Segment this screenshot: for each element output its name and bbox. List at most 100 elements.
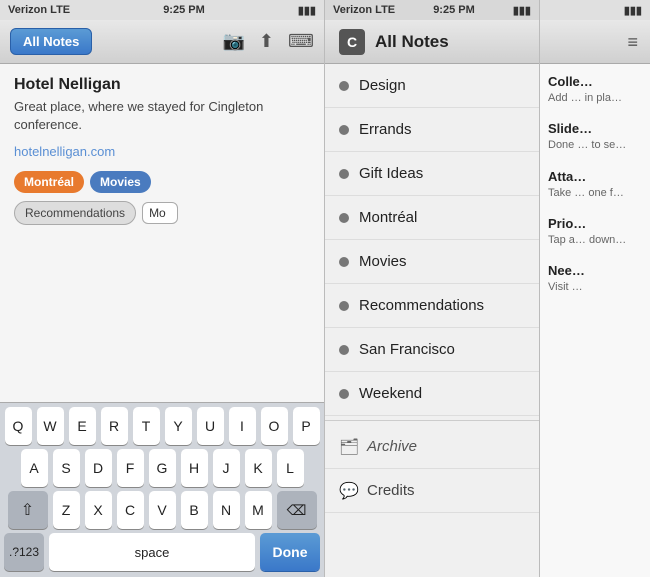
credits-icon: 💬 <box>339 481 357 501</box>
key-g[interactable]: G <box>149 449 176 487</box>
key-d[interactable]: D <box>85 449 112 487</box>
key-t[interactable]: T <box>133 407 160 445</box>
label-gift-ideas: Gift Ideas <box>359 165 423 182</box>
keyboard-row-4: .?123 space Done <box>0 529 324 577</box>
left-time: 9:25 PM <box>163 4 205 16</box>
right-item-body-4: Visit … <box>548 280 642 294</box>
key-e[interactable]: E <box>69 407 96 445</box>
keyboard-row-3: ⇧ Z X C V B N M ⌫ <box>0 487 324 529</box>
right-item-body-2: Take … one f… <box>548 186 642 200</box>
right-item-body-3: Tap a… down… <box>548 233 642 247</box>
right-item-title-2: Atta… <box>548 169 642 184</box>
right-status-bar: ▮▮▮ <box>540 0 650 20</box>
label-archive: Archive <box>367 438 417 455</box>
bullet-san-francisco <box>339 345 349 355</box>
tag-montreal[interactable]: Montréal <box>14 171 84 193</box>
shift-key[interactable]: ⇧ <box>8 491 48 529</box>
bullet-recommendations <box>339 301 349 311</box>
space-key[interactable]: space <box>49 533 255 571</box>
note-title: Hotel Nelligan <box>14 76 310 94</box>
left-battery: ▮▮▮ <box>298 4 316 17</box>
right-item-body-1: Done … to se… <box>548 138 642 152</box>
key-o[interactable]: O <box>261 407 288 445</box>
list-item-credits[interactable]: 💬 Credits <box>325 469 539 513</box>
key-y[interactable]: Y <box>165 407 192 445</box>
menu-icon[interactable]: ≡ <box>627 33 638 51</box>
num-key[interactable]: .?123 <box>4 533 44 571</box>
key-v[interactable]: V <box>149 491 176 529</box>
list-item-design[interactable]: Design <box>325 64 539 108</box>
label-credits: Credits <box>367 482 415 499</box>
tag-recommendations[interactable]: Recommendations <box>14 201 136 225</box>
left-panel: Verizon LTE 9:25 PM ▮▮▮ All Notes 📷 ⬆ ⌨ … <box>0 0 325 577</box>
right-item-title-3: Prio… <box>548 216 642 231</box>
key-h[interactable]: H <box>181 449 208 487</box>
list-item-san-francisco[interactable]: San Francisco <box>325 328 539 372</box>
right-item-2: Atta… Take … one f… <box>548 169 642 200</box>
right-panel: ▮▮▮ ≡ Colle… Add … in pla… Slide… Done …… <box>540 0 650 577</box>
left-toolbar: All Notes 📷 ⬆ ⌨ <box>0 20 324 64</box>
key-j[interactable]: J <box>213 449 240 487</box>
label-recommendations: Recommendations <box>359 297 484 314</box>
middle-status-bar: Verizon LTE 9:25 PM ▮▮▮ <box>325 0 539 20</box>
list-item-weekend[interactable]: Weekend <box>325 372 539 416</box>
app-logo: C <box>339 29 365 55</box>
bullet-weekend <box>339 389 349 399</box>
right-item-1: Slide… Done … to se… <box>548 121 642 152</box>
camera-icon[interactable]: 📷 <box>223 31 245 52</box>
list-item-gift-ideas[interactable]: Gift Ideas <box>325 152 539 196</box>
key-a[interactable]: A <box>21 449 48 487</box>
label-design: Design <box>359 77 406 94</box>
list-divider <box>325 420 539 421</box>
key-z[interactable]: Z <box>53 491 80 529</box>
middle-carrier: Verizon LTE <box>333 4 395 16</box>
key-k[interactable]: K <box>245 449 272 487</box>
right-item-title-4: Nee… <box>548 263 642 278</box>
right-item-0: Colle… Add … in pla… <box>548 74 642 105</box>
back-button[interactable]: All Notes <box>10 28 92 55</box>
key-f[interactable]: F <box>117 449 144 487</box>
keyboard-icon[interactable]: ⌨ <box>288 31 314 52</box>
key-x[interactable]: X <box>85 491 112 529</box>
backspace-key[interactable]: ⌫ <box>277 491 317 529</box>
right-battery: ▮▮▮ <box>624 4 642 17</box>
key-b[interactable]: B <box>181 491 208 529</box>
tags-row-1: Montréal Movies <box>14 171 310 193</box>
right-item-title-0: Colle… <box>548 74 642 89</box>
key-q[interactable]: Q <box>5 407 32 445</box>
note-content: Hotel Nelligan Great place, where we sta… <box>0 64 324 402</box>
note-link[interactable]: hotelnelligan.com <box>14 144 310 159</box>
list-item-archive[interactable]: 🗂 Archive <box>325 425 539 469</box>
key-c[interactable]: C <box>117 491 144 529</box>
key-p[interactable]: P <box>293 407 320 445</box>
key-n[interactable]: N <box>213 491 240 529</box>
keyboard: Q W E R T Y U I O P A S D F G H J K L ⇧ … <box>0 402 324 577</box>
share-icon[interactable]: ⬆ <box>259 31 274 52</box>
key-u[interactable]: U <box>197 407 224 445</box>
bullet-montreal <box>339 213 349 223</box>
middle-panel: Verizon LTE 9:25 PM ▮▮▮ C All Notes Desi… <box>325 0 540 577</box>
key-l[interactable]: L <box>277 449 304 487</box>
key-s[interactable]: S <box>53 449 80 487</box>
keyboard-row-1: Q W E R T Y U I O P <box>0 403 324 445</box>
label-weekend: Weekend <box>359 385 422 402</box>
list-item-movies[interactable]: Movies <box>325 240 539 284</box>
tag-input[interactable] <box>142 202 178 224</box>
bullet-gift-ideas <box>339 169 349 179</box>
list-item-montreal[interactable]: Montréal <box>325 196 539 240</box>
key-r[interactable]: R <box>101 407 128 445</box>
bullet-design <box>339 81 349 91</box>
done-key[interactable]: Done <box>260 533 320 571</box>
key-m[interactable]: M <box>245 491 272 529</box>
tag-movies[interactable]: Movies <box>90 171 151 193</box>
right-item-3: Prio… Tap a… down… <box>548 216 642 247</box>
label-errands: Errands <box>359 121 412 138</box>
right-item-title-1: Slide… <box>548 121 642 136</box>
key-w[interactable]: W <box>37 407 64 445</box>
label-montreal: Montréal <box>359 209 417 226</box>
archive-icon: 🗂 <box>339 437 357 457</box>
key-i[interactable]: I <box>229 407 256 445</box>
note-list: Design Errands Gift Ideas Montréal Movie… <box>325 64 539 577</box>
list-item-errands[interactable]: Errands <box>325 108 539 152</box>
list-item-recommendations[interactable]: Recommendations <box>325 284 539 328</box>
